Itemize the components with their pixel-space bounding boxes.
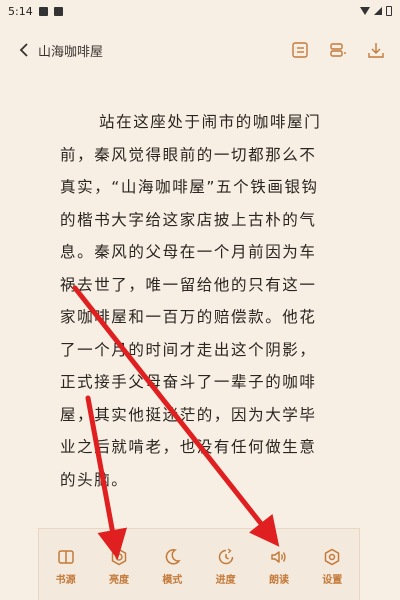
- text-line: 正式接手父母奋斗了一辈子的咖啡: [60, 373, 317, 391]
- text-line: 的楷书大字给这家店披上古朴的气: [60, 210, 317, 229]
- notification-icon: [38, 6, 48, 16]
- text-line: 真实，“山海咖啡屋”五个铁画银钩: [60, 178, 319, 196]
- text-line: 前，秦风觉得眼前的一切都那么不: [60, 145, 317, 164]
- reading-content: 站在这座处于闹市的咖啡屋门 前，秦风觉得眼前的一切都那么不 真实，“山海咖啡屋”…: [60, 106, 360, 496]
- list-switch-icon[interactable]: [328, 40, 348, 60]
- toolbar-label: 设置: [322, 575, 343, 586]
- text-line: 祸去世了，唯一留给他的只有这一: [60, 275, 317, 294]
- text-line: 家咖啡屋和一百万的赔偿款。他花: [60, 308, 317, 326]
- text-line: 了一个月的时间才走出这个阴影，: [60, 340, 317, 359]
- status-time: 5:14: [8, 4, 33, 18]
- toolbar-read-aloud-button[interactable]: 朗读: [256, 547, 302, 586]
- download-icon[interactable]: [366, 40, 386, 60]
- brightness-icon: [109, 547, 129, 567]
- toolbar-progress-button[interactable]: 进度: [203, 547, 249, 586]
- settings-icon: [322, 547, 342, 567]
- toolbar-label: 模式: [162, 575, 183, 586]
- text-line: 站在这座处于闹市的咖啡屋门: [99, 113, 322, 131]
- notification-icon-2: [53, 6, 63, 16]
- status-bar: 5:14: [0, 0, 400, 22]
- toolbar-brightness-button[interactable]: 亮度: [96, 547, 142, 586]
- toolbar-label: 书源: [55, 575, 76, 586]
- paragraph: 站在这座处于闹市的咖啡屋门 前，秦风觉得眼前的一切都那么不 真实，“山海咖啡屋”…: [60, 106, 360, 496]
- toolbar-settings-button[interactable]: 设置: [309, 547, 355, 586]
- toolbar-label: 进度: [215, 575, 236, 586]
- toolbar-label: 朗读: [268, 575, 289, 586]
- book-title: 山海咖啡屋: [38, 44, 104, 60]
- text-line: 的头脑。: [60, 470, 129, 489]
- signal-icon: [374, 7, 382, 15]
- wifi-icon: [360, 7, 370, 15]
- progress-icon: [216, 547, 236, 567]
- bottom-toolbar: 书源 亮度 模式 进度 朗读 设置: [38, 528, 360, 600]
- back-arrow-icon[interactable]: [14, 40, 34, 60]
- book-source-icon: [56, 547, 76, 567]
- read-aloud-icon: [269, 547, 289, 567]
- reader-header: 山海咖啡屋: [0, 30, 400, 70]
- table-of-contents-icon[interactable]: [290, 40, 310, 60]
- text-line: 息。秦风的父母在一个月前因为车: [60, 243, 317, 261]
- toolbar-label: 亮度: [108, 575, 129, 586]
- battery-icon: [386, 6, 392, 16]
- toolbar-book-source-button[interactable]: 书源: [43, 547, 89, 586]
- text-line: 屋，其实他挺迷茫的，因为大学毕: [60, 405, 317, 424]
- toolbar-mode-button[interactable]: 模式: [149, 547, 195, 586]
- moon-icon: [162, 547, 182, 567]
- text-line: 业之后就啃老，也没有任何做生意: [60, 438, 317, 456]
